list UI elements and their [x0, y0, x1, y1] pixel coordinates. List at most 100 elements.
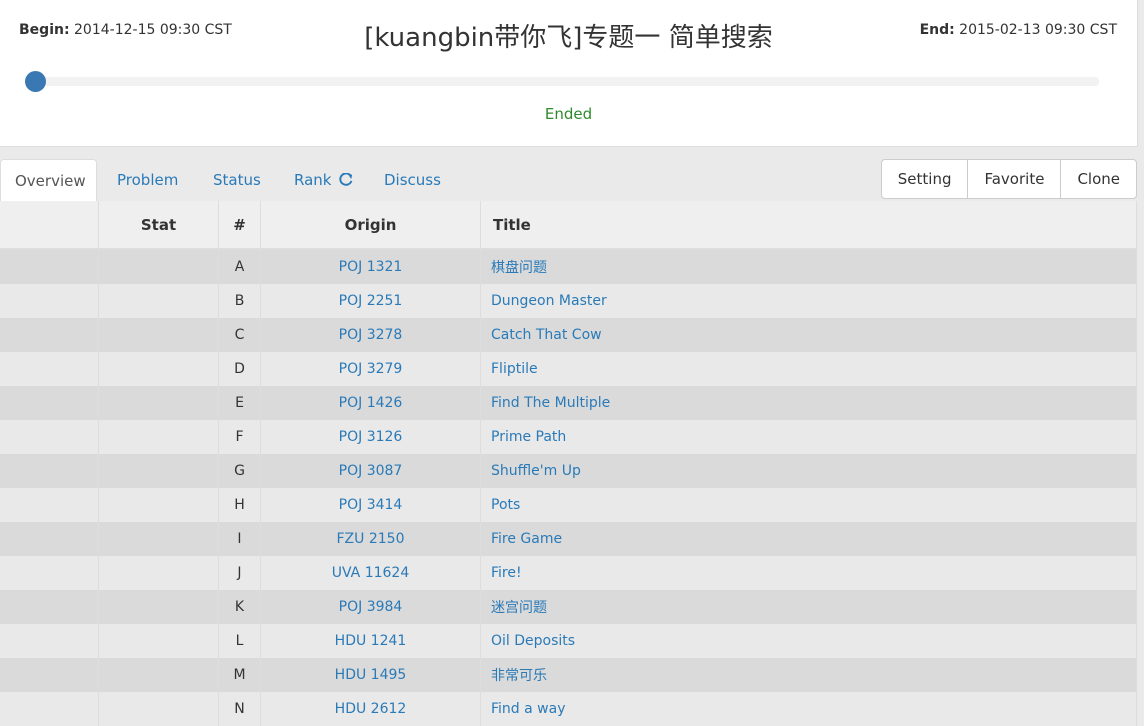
origin-link[interactable]: FZU 2150: [337, 531, 405, 547]
blank-cell: [0, 624, 99, 658]
blank-cell: [0, 590, 99, 624]
origin-header: Origin: [260, 201, 481, 250]
refresh-icon: [339, 173, 353, 186]
origin-cell: HDU 1495: [260, 658, 481, 692]
problem-title-link[interactable]: Fire!: [491, 565, 522, 581]
origin-cell: POJ 3414: [260, 488, 481, 522]
tab-problem[interactable]: Problem: [117, 159, 178, 201]
blank-cell: [0, 420, 99, 454]
problem-title-link[interactable]: Find The Multiple: [491, 395, 610, 411]
blank-cell: [0, 318, 99, 352]
tab-overview[interactable]: Overview: [0, 159, 97, 201]
blank-cell: [0, 454, 99, 488]
title-cell: Prime Path: [480, 420, 1137, 454]
problem-title-link[interactable]: Fliptile: [491, 361, 538, 377]
end-value: 2015-02-13 09:30 CST: [959, 22, 1117, 38]
problem-title-link[interactable]: Catch That Cow: [491, 327, 602, 343]
tab-discuss[interactable]: Discuss: [384, 159, 441, 201]
origin-link[interactable]: HDU 2612: [335, 701, 407, 717]
problem-title-link[interactable]: Find a way: [491, 701, 565, 717]
origin-link[interactable]: POJ 3278: [339, 327, 403, 343]
problem-number: N: [218, 692, 261, 726]
stat-cell: [98, 488, 219, 522]
title-cell: Fire Game: [480, 522, 1137, 556]
origin-cell: UVA 11624: [260, 556, 481, 590]
setting-button[interactable]: Setting: [882, 160, 968, 198]
table-row: F POJ 3126 Prime Path: [0, 420, 1137, 454]
origin-link[interactable]: UVA 11624: [332, 565, 410, 581]
tab-status[interactable]: Status: [213, 159, 261, 201]
problem-table: Stat # Origin Title A POJ 1321 棋盘问题 B POJ 22…: [0, 201, 1137, 726]
problem-title-link[interactable]: 非常可乐: [491, 668, 547, 684]
contest-progress-bar: [36, 77, 1099, 86]
origin-cell: POJ 3279: [260, 352, 481, 386]
stat-cell: [98, 284, 219, 318]
origin-link[interactable]: HDU 1241: [335, 633, 407, 649]
origin-link[interactable]: POJ 3126: [339, 429, 403, 445]
table-row: E POJ 1426 Find The Multiple: [0, 386, 1137, 420]
origin-link[interactable]: HDU 1495: [335, 667, 407, 683]
problem-title-link[interactable]: Oil Deposits: [491, 633, 575, 649]
table-row: M HDU 1495 非常可乐: [0, 658, 1137, 692]
origin-link[interactable]: POJ 3087: [339, 463, 403, 479]
title-cell: Oil Deposits: [480, 624, 1137, 658]
blank-cell: [0, 284, 99, 318]
origin-link[interactable]: POJ 2251: [339, 293, 403, 309]
stat-cell: [98, 454, 219, 488]
tab-rank-label: Rank: [294, 171, 332, 189]
blank-cell: [0, 556, 99, 590]
origin-link[interactable]: POJ 1321: [339, 259, 403, 275]
origin-cell: POJ 2251: [260, 284, 481, 318]
origin-link[interactable]: POJ 3414: [339, 497, 403, 513]
table-row: J UVA 11624 Fire!: [0, 556, 1137, 590]
title-cell: Pots: [480, 488, 1137, 522]
blank-cell: [0, 522, 99, 556]
origin-cell: HDU 1241: [260, 624, 481, 658]
problem-number: F: [218, 420, 261, 454]
origin-cell: HDU 2612: [260, 692, 481, 726]
title-cell: Dungeon Master: [480, 284, 1137, 318]
problem-title-link[interactable]: 棋盘问题: [491, 260, 547, 276]
table-row: N HDU 2612 Find a way: [0, 692, 1137, 726]
clone-button[interactable]: Clone: [1060, 160, 1136, 198]
blank-cell: [0, 249, 99, 284]
blank-header: [0, 201, 99, 250]
title-cell: 棋盘问题: [480, 249, 1137, 284]
contest-header: Begin: 2014-12-15 09:30 CST [kuangbin带你飞…: [0, 0, 1138, 147]
problem-title-link[interactable]: 迷宫问题: [491, 600, 547, 616]
origin-link[interactable]: POJ 3984: [339, 599, 403, 615]
blank-cell: [0, 386, 99, 420]
stat-cell: [98, 249, 219, 284]
blank-cell: [0, 692, 99, 726]
title-header: Title: [480, 201, 1137, 250]
problem-title-link[interactable]: Prime Path: [491, 429, 566, 445]
table-row: B POJ 2251 Dungeon Master: [0, 284, 1137, 318]
table-row: I FZU 2150 Fire Game: [0, 522, 1137, 556]
stat-cell: [98, 692, 219, 726]
problem-title-link[interactable]: Pots: [491, 497, 520, 513]
progress-knob[interactable]: [25, 71, 46, 92]
tab-rank[interactable]: Rank: [294, 159, 353, 201]
problem-number: G: [218, 454, 261, 488]
table-header-row: Stat # Origin Title: [0, 201, 1137, 250]
problem-number: I: [218, 522, 261, 556]
title-cell: 非常可乐: [480, 658, 1137, 692]
problem-title-link[interactable]: Fire Game: [491, 531, 562, 547]
title-cell: Fire!: [480, 556, 1137, 590]
stat-cell: [98, 386, 219, 420]
num-header: #: [218, 201, 261, 250]
origin-link[interactable]: POJ 3279: [339, 361, 403, 377]
origin-link[interactable]: POJ 1426: [339, 395, 403, 411]
origin-cell: POJ 3278: [260, 318, 481, 352]
table-row: H POJ 3414 Pots: [0, 488, 1137, 522]
problem-title-link[interactable]: Shuffle'm Up: [491, 463, 581, 479]
stat-cell: [98, 318, 219, 352]
title-cell: Catch That Cow: [480, 318, 1137, 352]
problem-title-link[interactable]: Dungeon Master: [491, 293, 607, 309]
origin-cell: FZU 2150: [260, 522, 481, 556]
origin-cell: POJ 3984: [260, 590, 481, 624]
table-row: L HDU 1241 Oil Deposits: [0, 624, 1137, 658]
blank-cell: [0, 488, 99, 522]
problem-number: C: [218, 318, 261, 352]
favorite-button[interactable]: Favorite: [967, 160, 1060, 198]
